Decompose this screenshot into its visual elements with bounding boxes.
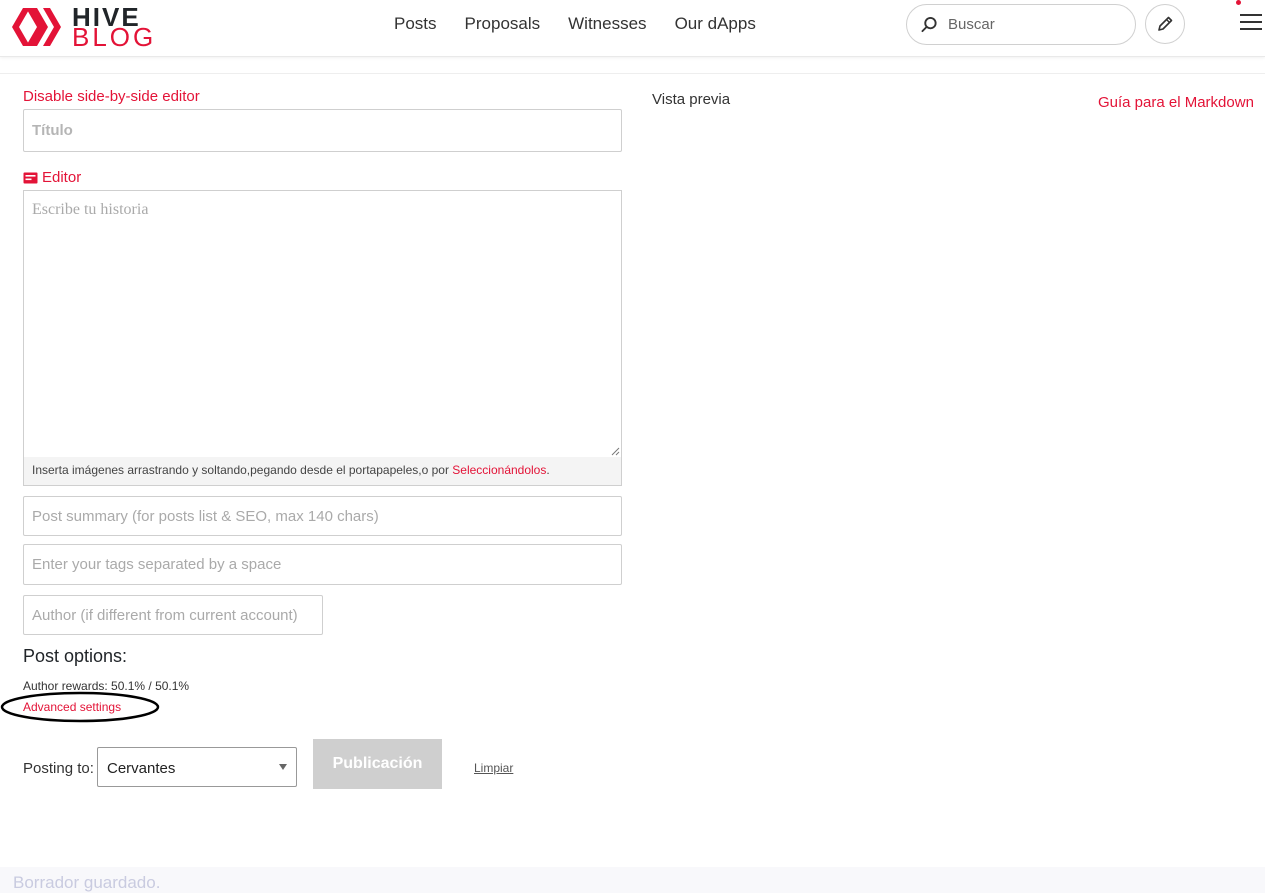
editor-label-text: Editor bbox=[42, 169, 82, 186]
write-post-button[interactable] bbox=[1145, 4, 1185, 44]
menu-line bbox=[1240, 28, 1262, 30]
nav-posts[interactable]: Posts bbox=[394, 14, 437, 34]
posting-to-label: Posting to: bbox=[23, 760, 94, 777]
search-box[interactable] bbox=[906, 4, 1136, 45]
draft-saved-status: Borrador guardado. bbox=[13, 873, 161, 892]
clear-button[interactable]: Limpiar bbox=[474, 761, 513, 775]
community-select-value: Cervantes bbox=[107, 760, 176, 777]
editor-icon bbox=[23, 172, 38, 183]
tags-input[interactable] bbox=[23, 544, 622, 585]
logo-wordmark: HIVE BLOG bbox=[72, 4, 157, 52]
search-input[interactable] bbox=[948, 16, 1118, 33]
notification-dot bbox=[1236, 0, 1241, 5]
nav-proposals[interactable]: Proposals bbox=[465, 14, 541, 34]
post-options-heading: Post options: bbox=[23, 646, 128, 666]
dropdown-arrow-icon bbox=[279, 764, 287, 770]
drop-text-end: . bbox=[546, 463, 550, 477]
title-input[interactable] bbox=[23, 109, 622, 152]
search-icon bbox=[921, 16, 937, 33]
author-input[interactable] bbox=[23, 595, 323, 635]
image-drop-bar: Inserta imágenes arrastrando y soltando,… bbox=[23, 457, 622, 486]
disable-side-by-side-link[interactable]: Disable side-by-side editor bbox=[23, 88, 200, 105]
community-select[interactable]: Cervantes bbox=[97, 747, 297, 787]
menu-line bbox=[1240, 14, 1262, 16]
pencil-icon bbox=[1158, 16, 1173, 31]
body-editor[interactable] bbox=[23, 190, 622, 458]
hive-logo-icon bbox=[12, 8, 61, 46]
preview-heading: Vista previa bbox=[652, 91, 731, 108]
drop-text: Inserta imágenes arrastrando y soltando,… bbox=[32, 463, 453, 477]
post-summary-input[interactable] bbox=[23, 496, 622, 536]
logo-line-2: BLOG bbox=[72, 22, 157, 52]
editor-toggle[interactable]: Editor bbox=[23, 169, 81, 186]
status-bar bbox=[0, 867, 1265, 893]
hive-blog-logo[interactable]: HIVE BLOG bbox=[10, 4, 156, 50]
nav-witnesses[interactable]: Witnesses bbox=[568, 14, 646, 34]
main-nav: Posts Proposals Witnesses Our dApps bbox=[394, 14, 756, 34]
highlight-ellipse-annotation bbox=[0, 691, 160, 723]
hamburger-menu-icon[interactable] bbox=[1240, 14, 1262, 34]
publish-button[interactable]: Publicación bbox=[313, 739, 442, 789]
divider bbox=[0, 73, 1265, 74]
markdown-guide-link[interactable]: Guía para el Markdown bbox=[1098, 94, 1254, 111]
select-images-link[interactable]: Seleccionándolos bbox=[452, 463, 546, 477]
nav-our-dapps[interactable]: Our dApps bbox=[675, 14, 756, 34]
top-header: HIVE BLOG Posts Proposals Witnesses Our … bbox=[0, 0, 1265, 57]
resize-handle-icon[interactable] bbox=[611, 447, 620, 456]
menu-line bbox=[1240, 21, 1262, 23]
